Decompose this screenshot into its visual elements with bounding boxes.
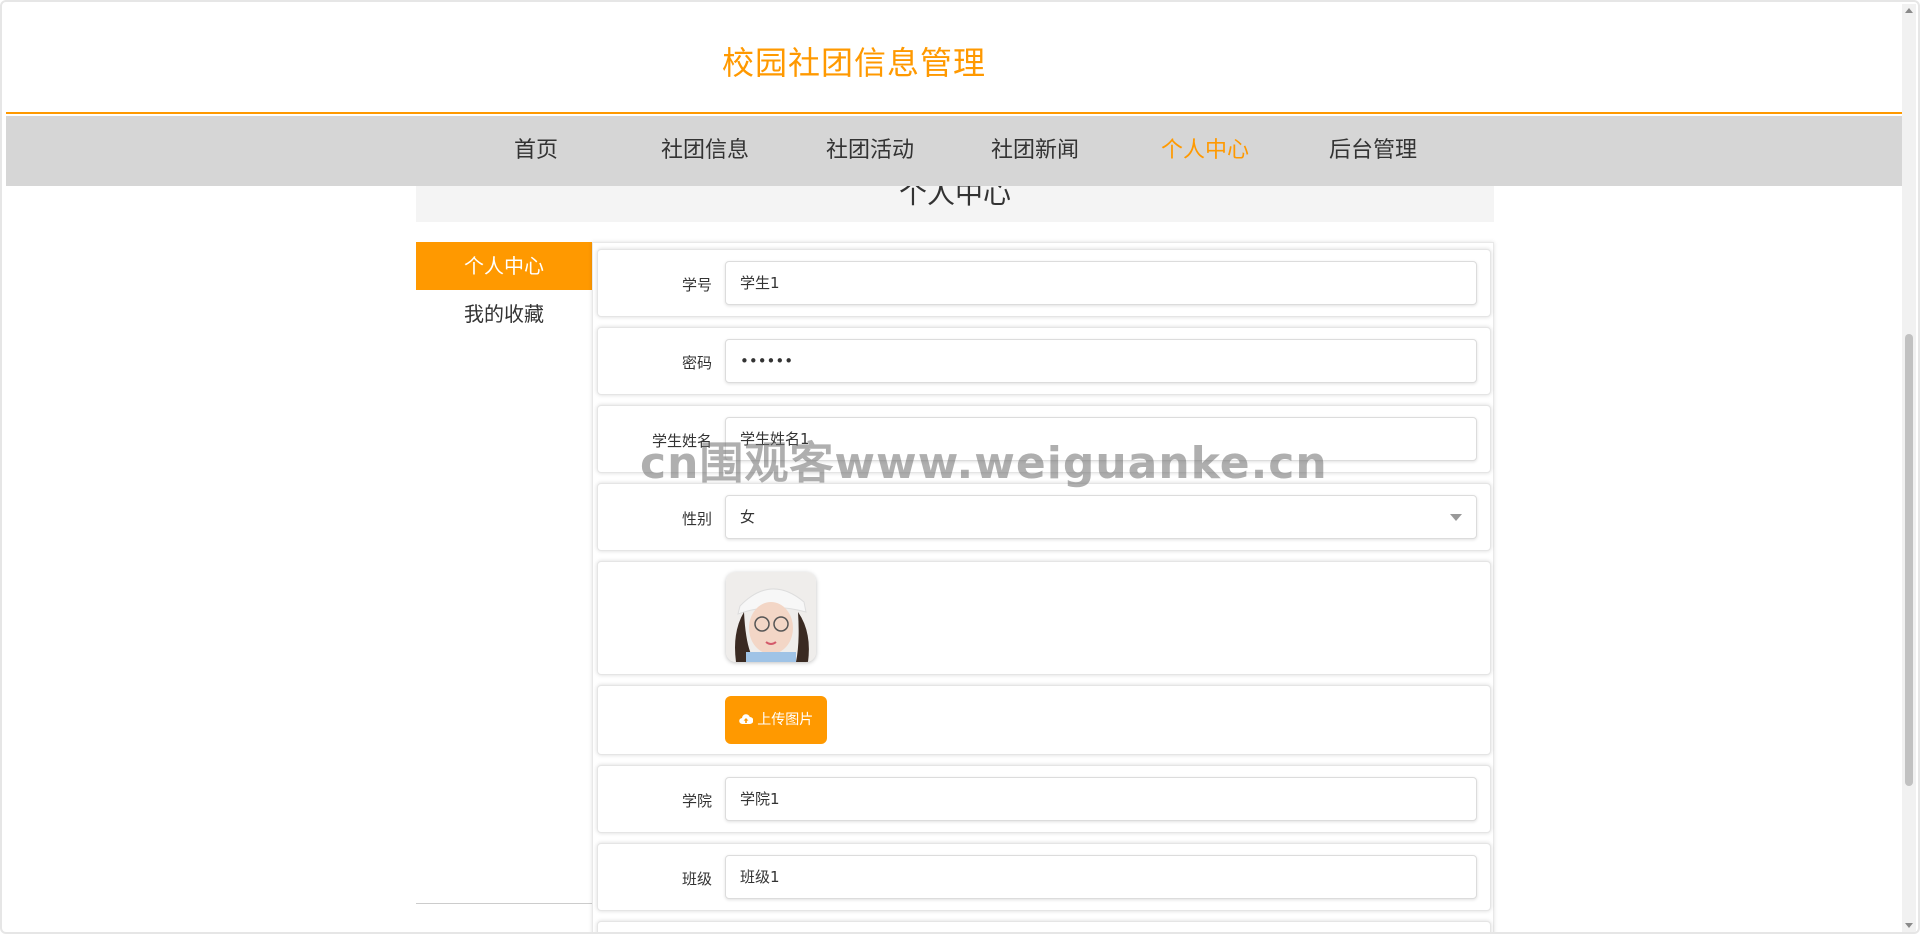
profile-form: 学号 学生1 密码 •••••• 学生姓名 学生姓名1 性别 女 上传图片 学院…: [592, 242, 1494, 932]
form-row-avatar: [597, 561, 1491, 675]
upload-image-label: 上传图片: [757, 712, 814, 728]
page-scrollbar[interactable]: [1902, 4, 1916, 932]
site-title: 校园社团信息管理: [722, 44, 987, 82]
gender-select[interactable]: 女: [725, 495, 1477, 539]
form-row-college: 学院 学院1: [597, 765, 1491, 833]
main-nav: 首页 社团信息 社团活动 社团新闻 个人中心 后台管理: [6, 116, 1902, 186]
student-id-input[interactable]: 学生1: [725, 261, 1477, 305]
gender-select-value: 女: [740, 508, 756, 526]
gender-label: 性别: [681, 510, 712, 528]
form-row-student-id: 学号 学生1: [597, 249, 1491, 317]
cloud-upload-icon: [739, 714, 754, 725]
side-item-personal-center[interactable]: 个人中心: [416, 242, 592, 290]
scroll-up-icon[interactable]: [1905, 8, 1913, 13]
upload-image-button[interactable]: 上传图片: [725, 696, 827, 744]
browser-viewport: 校园社团信息管理 个人中心 首页 社团信息 社团活动 社团新闻 个人中心 后台管…: [0, 0, 1920, 934]
nav-item-club-activities[interactable]: 社团活动: [826, 116, 914, 186]
password-label: 密码: [681, 354, 712, 372]
watermark: cn围观客www.weiguanke.cn: [640, 438, 1328, 489]
scroll-thumb[interactable]: [1905, 334, 1913, 786]
side-item-my-favorites[interactable]: 我的收藏: [416, 290, 592, 338]
avatar-image: [726, 572, 816, 662]
class-label: 班级: [681, 870, 712, 888]
form-row-class: 班级 班级1: [597, 843, 1491, 911]
site-header: 校园社团信息管理: [6, 2, 1902, 114]
form-row-upload: 上传图片: [597, 685, 1491, 755]
password-input[interactable]: ••••••: [725, 339, 1477, 383]
nav-item-admin[interactable]: 后台管理: [1329, 116, 1417, 186]
nav-item-home[interactable]: 首页: [514, 116, 558, 186]
form-row-gender: 性别 女: [597, 483, 1491, 551]
avatar-photo-icon: [726, 572, 816, 662]
student-id-label: 学号: [681, 276, 712, 294]
form-row-password: 密码 ••••••: [597, 327, 1491, 395]
college-label: 学院: [681, 792, 712, 810]
nav-item-club-info[interactable]: 社团信息: [661, 116, 749, 186]
class-input[interactable]: 班级1: [725, 855, 1477, 899]
nav-item-personal-center[interactable]: 个人中心: [1161, 116, 1249, 186]
scroll-down-icon[interactable]: [1905, 923, 1913, 928]
form-row-next: [597, 921, 1491, 932]
nav-item-club-news[interactable]: 社团新闻: [991, 116, 1079, 186]
side-menu: 个人中心 我的收藏: [416, 242, 592, 904]
chevron-down-icon: [1450, 514, 1462, 521]
college-input[interactable]: 学院1: [725, 777, 1477, 821]
